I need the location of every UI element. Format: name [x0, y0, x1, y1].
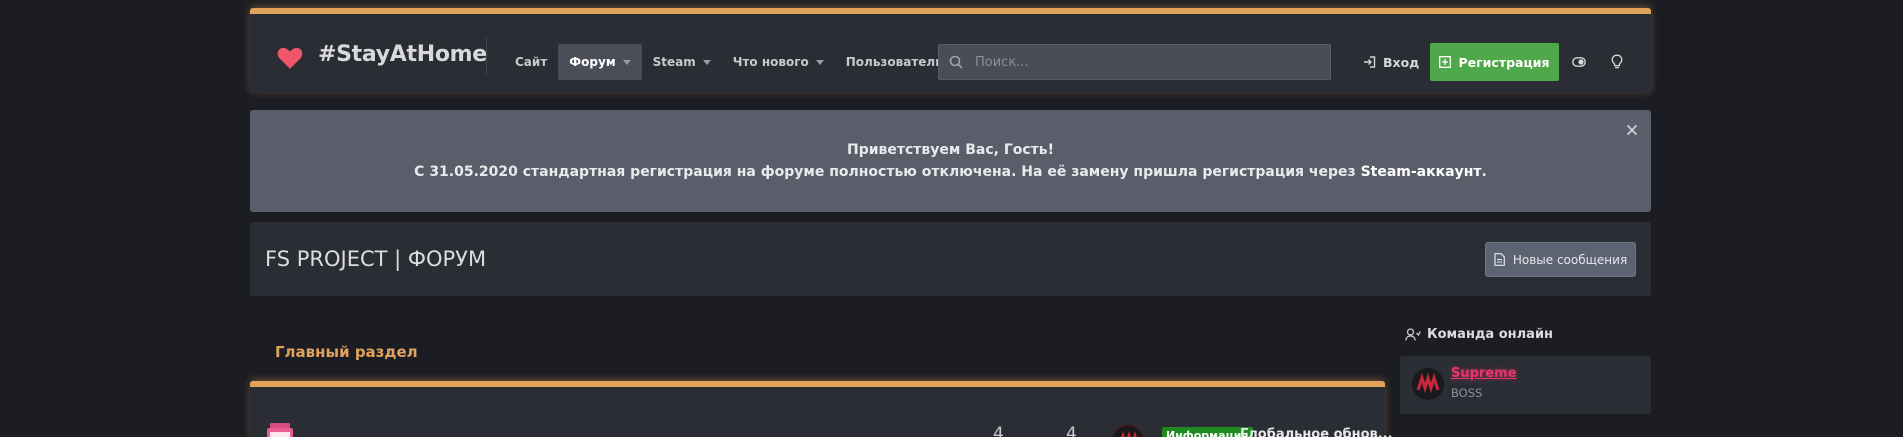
nav-item-steam[interactable]: Steam — [642, 44, 722, 80]
login-label: Вход — [1383, 54, 1420, 70]
chevron-down-icon[interactable] — [702, 59, 711, 65]
forum-node-list: 4 4 Информация Глобальное обнов... — [250, 381, 1393, 437]
notice-steam-link[interactable]: Steam-аккаунт — [1361, 164, 1482, 180]
main-nav: Сайт Форум Steam Что нового Пользователи — [504, 44, 970, 80]
new-posts-button[interactable]: Новые сообщения — [1485, 242, 1636, 277]
document-icon — [1494, 253, 1505, 266]
nav-item-label: Сайт — [515, 55, 548, 69]
node-thread-count: 4 — [993, 424, 1004, 437]
member-role: BOSS — [1451, 386, 1483, 400]
new-posts-label: Новые сообщения — [1512, 252, 1628, 267]
sidebar-title: Команда онлайн — [1405, 327, 1553, 342]
nav-item-label: Steam — [652, 55, 696, 69]
welcome-notice: Приветствуем Вас, Гость! С 31.05.2020 ст… — [250, 110, 1651, 212]
forum-node-icon — [267, 423, 293, 437]
users-icon — [1405, 328, 1421, 341]
notice-text-prefix: С 31.05.2020 стандартная регистрация на … — [414, 164, 1361, 180]
close-icon[interactable] — [1625, 123, 1639, 137]
site-header: #StayAtHome Сайт Форум Steam Что нового … — [250, 8, 1651, 94]
register-button[interactable]: Регистрация — [1430, 43, 1559, 81]
avatar[interactable] — [1112, 425, 1144, 437]
notice-text-suffix: . — [1481, 164, 1487, 180]
notice-text: С 31.05.2020 стандартная регистрация на … — [250, 164, 1651, 180]
search-icon — [949, 55, 963, 69]
login-link[interactable]: Вход — [1363, 44, 1419, 80]
search-box[interactable] — [938, 44, 1331, 80]
site-logo-text[interactable]: #StayAtHome — [318, 42, 487, 67]
category-title[interactable]: Главный раздел — [275, 343, 418, 361]
nav-item-label: Пользователи — [845, 55, 944, 69]
page-title: FS PROJECT | ФОРУМ — [265, 247, 487, 271]
heart-icon[interactable] — [277, 46, 303, 70]
nav-item-site[interactable]: Сайт — [504, 44, 558, 80]
style-toggle-icon[interactable] — [1572, 55, 1586, 69]
member-name-link[interactable]: Supreme — [1451, 366, 1517, 381]
thread-prefix-badge[interactable]: Информация — [1162, 427, 1253, 437]
nav-item-label: Форум — [569, 55, 616, 69]
notice-greeting: Приветствуем Вас, Гость! — [846, 142, 1055, 158]
nav-item-label: Что нового — [732, 55, 809, 69]
header-divider — [486, 38, 487, 74]
login-icon — [1364, 56, 1376, 68]
page-title-bar: FS PROJECT | ФОРУМ Новые сообщения — [250, 222, 1651, 296]
bulb-icon[interactable] — [1610, 54, 1624, 70]
nav-item-whats-new[interactable]: Что нового — [722, 44, 835, 80]
node-message-count: 4 — [1066, 424, 1077, 437]
search-input[interactable] — [975, 45, 1315, 79]
chevron-down-icon[interactable] — [622, 59, 631, 65]
register-plus-icon — [1439, 56, 1452, 68]
last-thread-link[interactable]: Глобальное обнов... — [1240, 427, 1393, 437]
register-label: Регистрация — [1458, 54, 1550, 70]
avatar[interactable] — [1412, 368, 1444, 400]
sidebar-title-label: Команда онлайн — [1427, 327, 1554, 342]
nav-item-forum[interactable]: Форум — [558, 44, 642, 80]
staff-online-block: Supreme BOSS — [1400, 356, 1651, 414]
chevron-down-icon[interactable] — [815, 59, 824, 65]
